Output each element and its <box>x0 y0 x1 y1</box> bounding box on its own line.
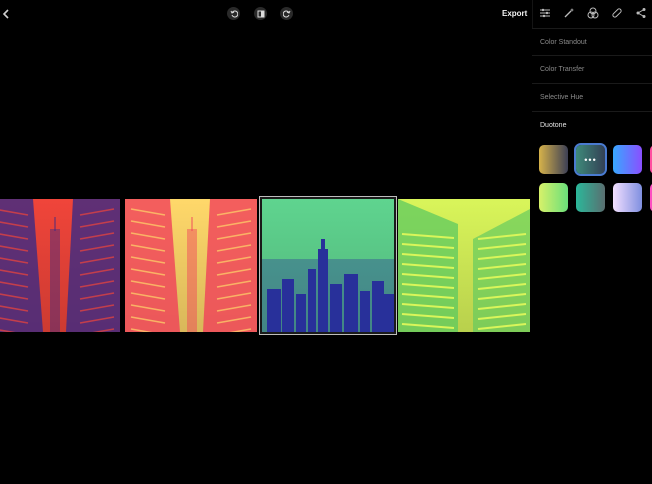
thumbnail-red-blue-duotone[interactable] <box>0 199 120 332</box>
back-button[interactable] <box>0 7 12 21</box>
section-title-duotone: Duotone <box>540 122 567 129</box>
redo-button[interactable] <box>280 7 293 20</box>
redo-icon <box>282 10 290 17</box>
chevron-left-icon <box>2 9 9 19</box>
share-icon[interactable] <box>634 6 648 20</box>
swatch-teal-gray[interactable]: ••• <box>574 143 607 176</box>
divider <box>532 83 652 84</box>
swatch-blue-violet[interactable] <box>613 145 642 174</box>
menu-item-color-transfer[interactable]: Color Transfer <box>540 66 652 73</box>
compare-button[interactable] <box>254 7 267 20</box>
thumbnail-yellow-green-duotone[interactable] <box>398 199 530 332</box>
menu-item-color-standout[interactable]: Color Standout <box>540 39 652 46</box>
undo-icon <box>230 10 238 17</box>
sliders-icon[interactable] <box>538 6 552 20</box>
swatch-yellow-green[interactable] <box>539 183 568 212</box>
swatch-teal[interactable] <box>576 183 605 212</box>
thumbnail-green-blue-duotone[interactable] <box>262 199 394 332</box>
divider <box>532 111 652 112</box>
swatch-gold-gray[interactable] <box>539 145 568 174</box>
divider <box>532 55 652 56</box>
swatch-lavender[interactable] <box>613 183 642 212</box>
divider <box>532 28 652 29</box>
more-options-icon[interactable]: ••• <box>576 145 605 174</box>
magic-wand-icon[interactable] <box>562 6 576 20</box>
export-button[interactable]: Export <box>502 9 527 18</box>
undo-button[interactable] <box>227 7 240 20</box>
compare-icon <box>257 10 264 17</box>
menu-item-selective-hue[interactable]: Selective Hue <box>540 94 652 101</box>
bandage-icon[interactable] <box>610 6 624 20</box>
color-drops-icon[interactable] <box>586 6 600 20</box>
thumbnail-yellow-red-duotone[interactable] <box>125 199 257 332</box>
